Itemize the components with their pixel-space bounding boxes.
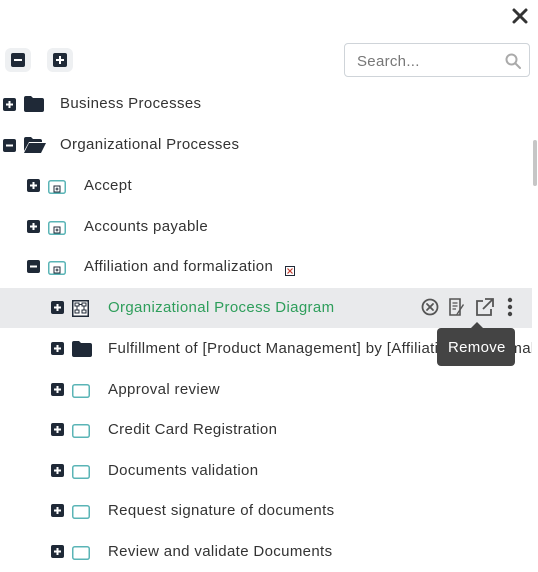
tree-node-label: Accounts payable <box>84 218 209 235</box>
expand-toggle-icon[interactable] <box>51 301 64 314</box>
expand-toggle-icon[interactable] <box>27 179 40 192</box>
tree-node-label: Review and validate Documents <box>108 543 333 560</box>
expand-toggle-icon[interactable] <box>51 342 64 355</box>
tree-node-accept[interactable]: Accept <box>0 166 532 206</box>
tree-node-accounts-payable[interactable]: Accounts payable <box>0 207 532 247</box>
collapse-toggle-icon[interactable] <box>27 260 40 273</box>
expand-toggle-icon[interactable] <box>51 464 64 477</box>
tree-node-affiliation-and-formalization[interactable]: Affiliation and formalization <box>0 247 532 287</box>
tree-node-organizational-processes[interactable]: Organizational Processes <box>0 125 532 165</box>
collapse-toggle-icon[interactable] <box>3 139 16 152</box>
subprocess-icon <box>48 221 66 240</box>
tree-node-organizational-process-diagram[interactable]: Organizational Process Diagram <box>0 288 532 328</box>
task-icon <box>72 424 90 443</box>
tree-node-business-processes[interactable]: Business Processes <box>0 84 532 124</box>
expand-toggle-icon[interactable] <box>51 423 64 436</box>
minus-square-icon <box>11 53 25 67</box>
folder-icon <box>72 341 92 362</box>
tree-node-label: Request signature of documents <box>108 502 335 519</box>
subprocess-icon <box>48 261 66 280</box>
tree-node-label: Organizational Processes <box>60 136 240 153</box>
folder-icon <box>24 96 44 117</box>
search-icon[interactable] <box>505 53 521 74</box>
tree-node-label: Approval review <box>108 381 220 398</box>
search-box <box>344 43 530 77</box>
remove-tooltip: Remove <box>437 322 515 366</box>
tree-node-label: Credit Card Registration <box>108 421 278 438</box>
task-icon <box>72 384 90 403</box>
tree-node-label: Affiliation and formalization <box>84 258 274 275</box>
open-external-icon[interactable] <box>474 296 494 318</box>
expand-all-button[interactable] <box>47 48 73 72</box>
close-icon[interactable] <box>510 6 530 26</box>
tree-node-label: Accept <box>84 177 132 194</box>
diagram-icon <box>72 300 89 322</box>
expand-toggle-icon[interactable] <box>51 545 64 558</box>
tree-node-label: Documents validation <box>108 462 259 479</box>
subprocess-icon <box>48 180 66 199</box>
expand-toggle-icon[interactable] <box>51 383 64 396</box>
tooltip-text: Remove <box>448 339 506 356</box>
tree-node-documents-validation[interactable]: Documents validation <box>0 451 532 491</box>
tree-node-approval-review[interactable]: Approval review <box>0 370 532 410</box>
task-icon <box>72 465 90 484</box>
more-options-icon[interactable] <box>502 296 522 318</box>
scrollbar[interactable] <box>533 140 537 186</box>
expand-toggle-icon[interactable] <box>3 98 16 111</box>
task-icon <box>72 546 90 565</box>
folder-open-icon <box>24 137 46 158</box>
tree-node-label: Business Processes <box>60 95 202 112</box>
expand-toggle-icon[interactable] <box>51 504 64 517</box>
edit-document-icon[interactable] <box>447 296 467 318</box>
plus-square-icon <box>53 53 67 67</box>
tree-node-review-and-validate[interactable]: Review and validate Documents <box>0 532 532 572</box>
expand-toggle-icon[interactable] <box>27 220 40 233</box>
remove-icon[interactable] <box>420 296 440 318</box>
collapse-all-button[interactable] <box>5 48 31 72</box>
linked-badge-icon <box>285 263 295 281</box>
tree-node-request-signature[interactable]: Request signature of documents <box>0 491 532 531</box>
tree-node-credit-card-registration[interactable]: Credit Card Registration <box>0 410 532 450</box>
tree-node-label: Organizational Process Diagram <box>108 299 335 316</box>
task-icon <box>72 505 90 524</box>
search-input[interactable] <box>355 50 499 72</box>
